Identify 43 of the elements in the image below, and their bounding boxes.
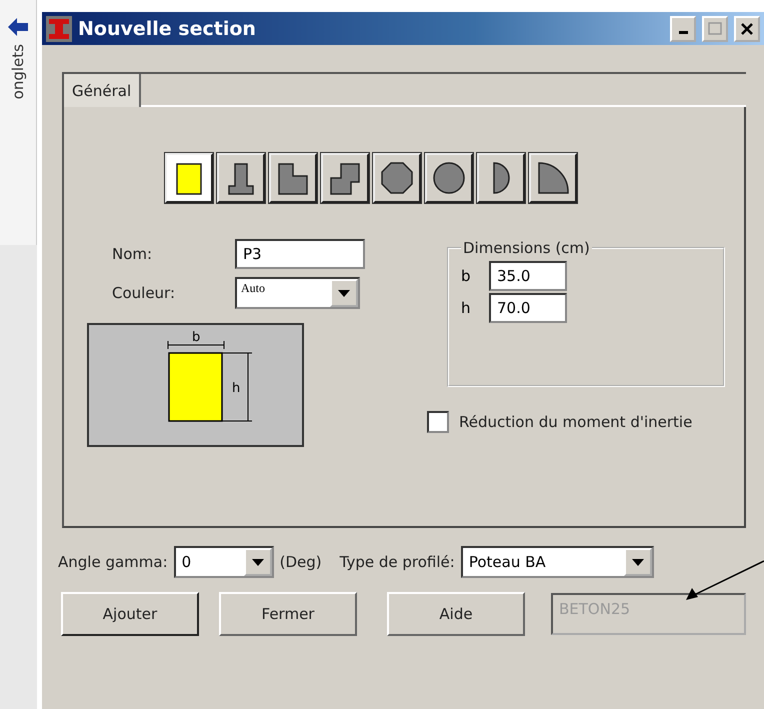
checkbox[interactable] [427, 411, 449, 433]
field-label: h [461, 299, 472, 317]
dimension-field[interactable]: 70.0 [489, 293, 567, 323]
dimension-field[interactable]: 35.0 [489, 261, 567, 291]
caret-icon [338, 290, 350, 296]
close-button[interactable] [734, 16, 760, 42]
dialog-button[interactable]: Fermer [219, 592, 357, 636]
left-arrow-icon [8, 18, 28, 36]
section-rectangle [168, 352, 222, 422]
width-dimension-drawing: b [167, 330, 224, 350]
i-beam-icon [46, 16, 72, 42]
minimize-button[interactable] [670, 16, 696, 42]
section-shape-button[interactable] [165, 153, 213, 203]
name-field[interactable]: P3 [235, 239, 365, 269]
section-shape-button[interactable] [373, 153, 421, 203]
field-label: Couleur: [111, 284, 176, 302]
side-tab-label[interactable]: onglets [9, 44, 27, 100]
color-dropdown[interactable]: Auto [235, 277, 360, 309]
caret-icon [632, 558, 644, 566]
field-label: Angle gamma: [58, 553, 168, 571]
section-shape-button[interactable] [321, 153, 369, 203]
section-shape-button[interactable] [425, 153, 473, 203]
field-label: Nom: [111, 245, 154, 263]
section-shape-button[interactable] [217, 153, 265, 203]
height-dimension-drawing: h [221, 352, 252, 422]
group-title: Dimensions (cm) [462, 239, 591, 257]
field-label: b [461, 267, 472, 285]
section-shape-button[interactable] [269, 153, 317, 203]
profile-type-dropdown[interactable]: Poteau BA [460, 546, 654, 578]
field-label: Type de profilé: [340, 553, 455, 571]
checkbox-label: Réduction du moment d'inertie [459, 413, 692, 431]
angle-dropdown[interactable]: 0 [174, 546, 274, 578]
section-shape-button[interactable] [477, 153, 525, 203]
caret-icon [252, 558, 264, 566]
dialog-button[interactable]: Aide [387, 592, 525, 636]
maximize-icon [708, 22, 722, 35]
minimize-icon [678, 31, 688, 34]
tab[interactable]: Général [64, 74, 142, 107]
close-icon [741, 22, 753, 34]
unit-label: (Deg) [280, 553, 322, 571]
dialog-button[interactable]: Ajouter [61, 592, 199, 636]
window-title: Nouvelle section [78, 18, 257, 40]
section-shape-button[interactable] [529, 153, 577, 203]
